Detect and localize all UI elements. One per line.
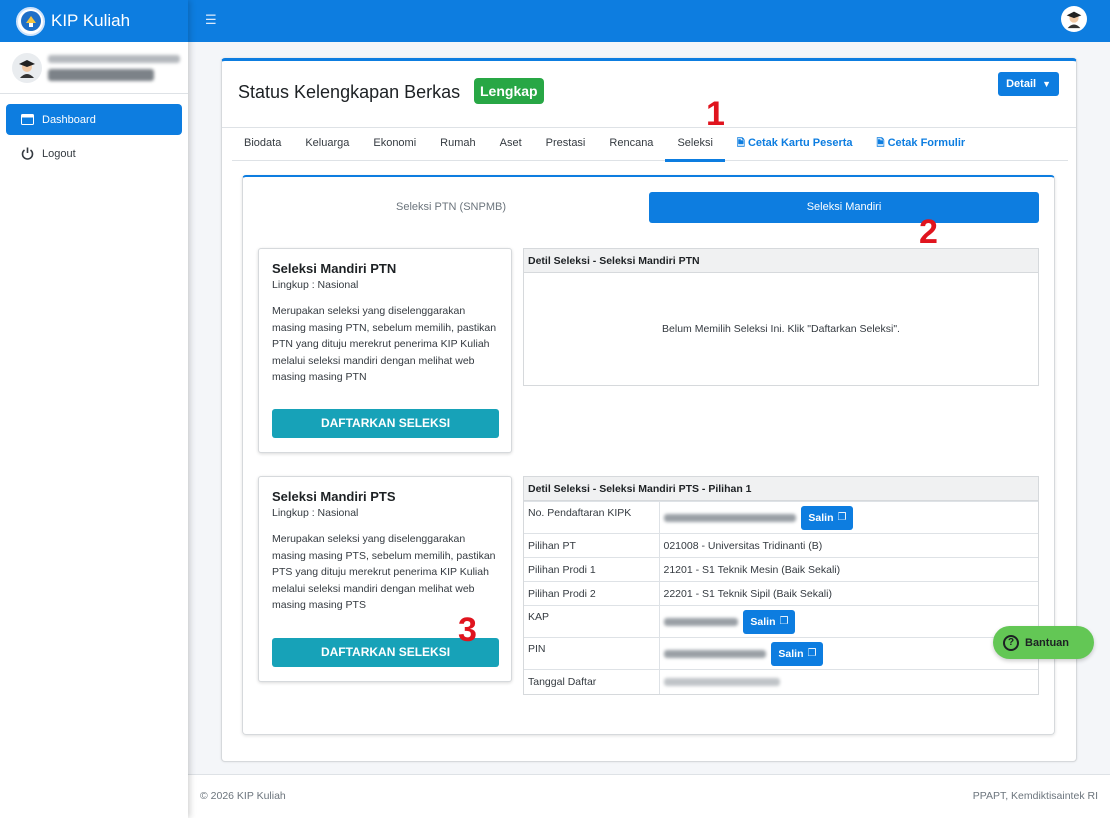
brand-title: KIP Kuliah [51, 11, 131, 30]
document-icon: 🗎 [876, 138, 885, 149]
sidebar: KIP Kuliah Dashboard Logout [0, 0, 188, 818]
table-row: PIN Salin ❐ [524, 637, 1038, 670]
copy-kap-button[interactable]: Salin ❐ [743, 609, 796, 634]
pts-card-title: Seleksi Mandiri PTS [272, 489, 396, 504]
subtab-seleksi-ptn[interactable]: Seleksi PTN (SNPMB) [253, 192, 649, 223]
tab-cetak-formulir[interactable]: 🗎 Cetak Formulir [865, 135, 978, 161]
help-button[interactable]: ? Bantuan [993, 626, 1094, 659]
pilihan-prodi-1-value: 21201 - S1 Teknik Mesin (Baik Sekali) [659, 557, 1038, 582]
table-row: No. Pendaftaran KIPK Salin ❐ [524, 501, 1038, 534]
question-icon: ? [1003, 634, 1019, 651]
ptn-selection-card: Seleksi Mandiri PTN Lingkup : Nasional M… [258, 248, 512, 453]
sidebar-item-label: Logout [42, 147, 76, 160]
subtab-seleksi-mandiri[interactable]: Seleksi Mandiri [649, 192, 1039, 223]
ptn-empty-message: Belum Memilih Seleksi Ini. Klik "Daftark… [662, 323, 900, 335]
table-row: Pilihan PT 021008 - Universitas Tridinan… [524, 533, 1038, 558]
table-row: KAP Salin ❐ [524, 605, 1038, 638]
copy-icon: ❐ [807, 648, 817, 659]
selection-panel: Seleksi PTN (SNPMB) Seleksi Mandiri 2 Se… [242, 175, 1055, 735]
copy-icon: ❐ [779, 616, 789, 627]
footer-org: PPAPT, Kemdiktisaintek RI [972, 790, 1098, 802]
tab-rumah[interactable]: Rumah [428, 135, 487, 161]
copy-icon: ❐ [837, 512, 847, 523]
kap-redacted [663, 617, 738, 626]
kemdikbud-logo-icon [16, 6, 45, 36]
status-badge: Lengkap [474, 78, 544, 104]
tab-aset[interactable]: Aset [488, 135, 534, 161]
ptn-detail-header: Detil Seleksi - Seleksi Mandiri PTN [524, 249, 1038, 273]
tab-rencana[interactable]: Rencana [597, 135, 665, 161]
detail-dropdown-button[interactable]: Detail ▼ [998, 72, 1059, 96]
document-icon: 🗎 [736, 138, 745, 149]
table-row: Tanggal Daftar [524, 669, 1038, 694]
brand[interactable]: KIP Kuliah [0, 0, 188, 42]
table-row: Pilihan Prodi 1 21201 - S1 Teknik Mesin … [524, 557, 1038, 582]
power-icon [20, 147, 34, 161]
topbar: ☰ [188, 0, 1110, 42]
registration-number-redacted [663, 513, 796, 522]
tab-biodata[interactable]: Biodata [232, 135, 293, 161]
user-panel [0, 42, 188, 94]
page-title: Status Kelengkapan Berkas [238, 82, 461, 102]
pts-selection-card: Seleksi Mandiri PTS Lingkup : Nasional M… [258, 476, 512, 682]
ptn-card-description: Merupakan seleksi yang diselenggarakan m… [272, 305, 497, 383]
pilihan-pt-value: 021008 - Universitas Tridinanti (B) [659, 533, 1038, 558]
annotation-marker-2: 2 [919, 213, 938, 251]
sidebar-item-logout[interactable]: Logout [6, 138, 182, 169]
tab-cetak-kartu[interactable]: 🗎 Cetak Kartu Peserta [725, 135, 865, 161]
tab-prestasi[interactable]: Prestasi [534, 135, 598, 161]
footer-copyright: © 2026 KIP Kuliah [200, 790, 286, 802]
pts-detail-box: Detil Seleksi - Seleksi Mandiri PTS - Pi… [523, 476, 1039, 695]
annotation-marker-3: 3 [458, 611, 477, 649]
tab-seleksi[interactable]: Seleksi [665, 135, 726, 162]
register-date-redacted [663, 677, 780, 686]
ptn-card-scope: Lingkup : Nasional [272, 279, 359, 291]
pts-card-scope: Lingkup : Nasional [272, 507, 359, 519]
table-row: Pilihan Prodi 2 22201 - S1 Teknik Sipil … [524, 581, 1038, 606]
pts-detail-table: No. Pendaftaran KIPK Salin ❐ Pilihan PT 0… [524, 501, 1038, 694]
daftarkan-ptn-button[interactable]: DAFTARKAN SELEKSI [272, 409, 499, 438]
user-avatar-icon [12, 52, 42, 83]
sidebar-item-label: Dashboard [42, 113, 96, 126]
ptn-card-title: Seleksi Mandiri PTN [272, 261, 397, 276]
tab-ekonomi[interactable]: Ekonomi [361, 135, 428, 161]
copy-pin-button[interactable]: Salin ❐ [771, 641, 824, 666]
pts-detail-header: Detil Seleksi - Seleksi Mandiri PTS - Pi… [524, 477, 1038, 501]
profile-avatar-icon[interactable] [1061, 6, 1087, 32]
chevron-down-icon: ▼ [1042, 79, 1051, 89]
tab-bar: Biodata Keluarga Ekonomi Rumah Aset Pres… [232, 135, 1068, 162]
copy-registration-button[interactable]: Salin ❐ [801, 505, 854, 530]
pts-card-description: Merupakan seleksi yang diselenggarakan m… [272, 533, 496, 611]
tab-keluarga[interactable]: Keluarga [293, 135, 361, 161]
annotation-marker-1: 1 [706, 95, 725, 133]
user-id-redacted [48, 68, 154, 81]
status-card: Status Kelengkapan Berkas Lengkap Detail… [221, 58, 1077, 762]
user-name-redacted [48, 54, 180, 63]
dashboard-icon [20, 113, 34, 127]
ptn-detail-box: Detil Seleksi - Seleksi Mandiri PTN Belu… [523, 248, 1039, 386]
hamburger-icon[interactable]: ☰ [205, 12, 217, 28]
pilihan-prodi-2-value: 22201 - S1 Teknik Sipil (Baik Sekali) [659, 581, 1038, 606]
footer: © 2026 KIP Kuliah PPAPT, Kemdiktisaintek… [188, 774, 1110, 818]
pin-redacted [663, 649, 766, 658]
sidebar-item-dashboard[interactable]: Dashboard [6, 104, 182, 135]
